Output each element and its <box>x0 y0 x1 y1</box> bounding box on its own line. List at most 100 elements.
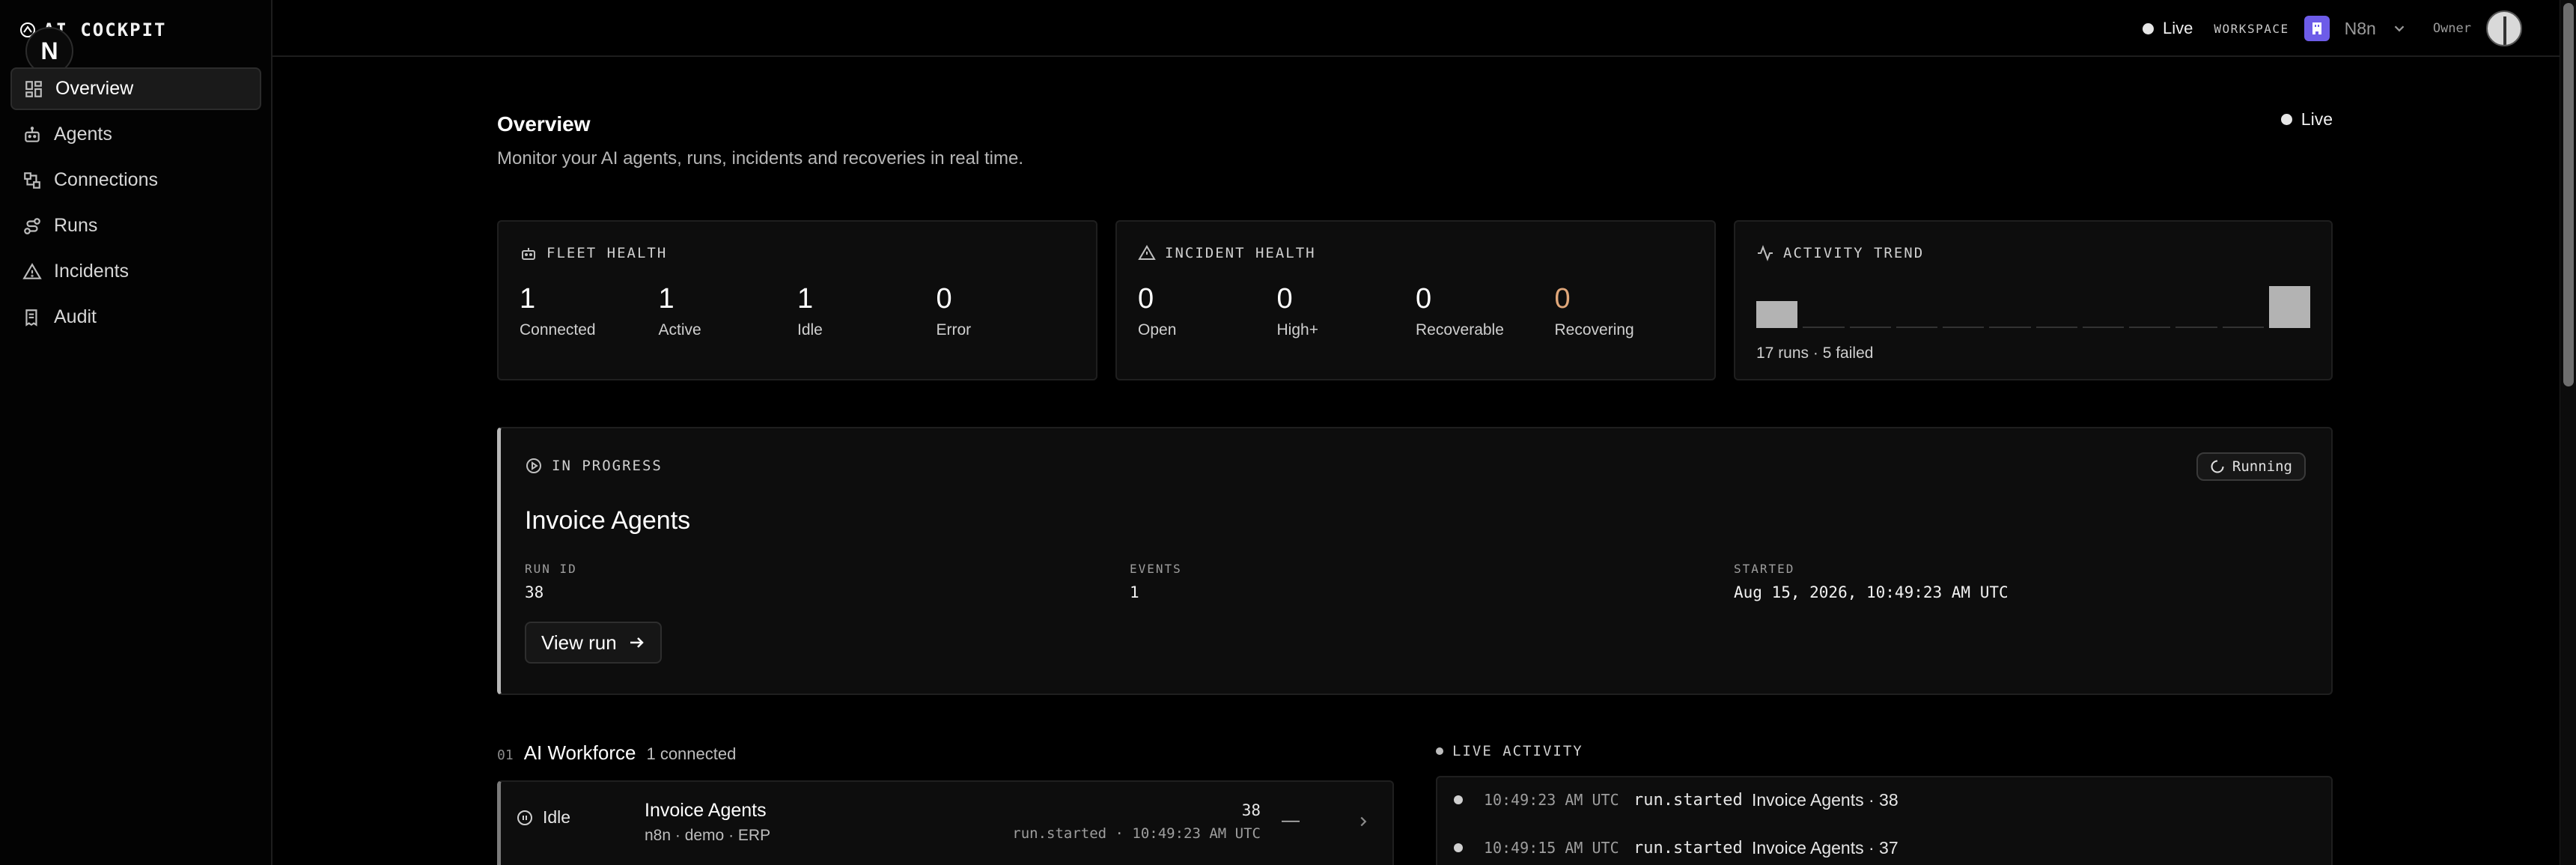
workforce-header: 01 AI Workforce 1 connected <box>497 741 736 765</box>
card-header: ACTIVITY TREND <box>1756 244 2310 262</box>
scrollbar-thumb[interactable] <box>2563 3 2574 386</box>
stat-label: Recoverable <box>1416 321 1504 339</box>
fleet-health-card: FLEET HEALTH 1 Connected 1 Active 1 Idle… <box>497 220 1097 380</box>
trend-bar <box>2175 327 2217 328</box>
live-activity-header: LIVE ACTIVITY <box>1436 743 1583 759</box>
meta-label: STARTED <box>1734 562 1795 576</box>
section-index: 01 <box>497 747 514 763</box>
route-icon <box>24 217 40 234</box>
event-type: run.started <box>1633 838 1743 858</box>
stat-value: 0 <box>1276 283 1293 315</box>
event-time: 10:49:23 AM UTC <box>1484 791 1619 809</box>
section-title: AI Workforce <box>523 741 636 764</box>
topbar-actions: Live WORKSPACE N8n Owner <box>2143 10 2522 46</box>
workspace-name[interactable]: N8n <box>2345 19 2376 39</box>
started-field: STARTED Aug 15, 2026, 10:49:23 AM UTC <box>1734 562 2009 601</box>
workforce-row[interactable]: Idle Invoice Agents n8n · demo · ERP 38 … <box>497 780 1394 865</box>
meta-value: 1 <box>1130 583 1139 601</box>
stat-open: 0 Open <box>1138 283 1277 339</box>
stats-row: 1 Connected 1 Active 1 Idle 0 Error <box>520 283 1075 339</box>
connections-icon <box>24 172 40 189</box>
pause-circle-icon <box>517 810 532 825</box>
trend-bar <box>1756 301 1798 328</box>
live-dot-icon <box>2143 22 2155 34</box>
section-count: 1 connected <box>646 744 737 763</box>
stats-row: 0 Open 0 High+ 0 Recoverable 0 Recoverin… <box>1138 283 1693 339</box>
stat-recovering: 0 Recovering <box>1555 283 1694 339</box>
live-label: Live <box>2301 109 2333 129</box>
stat-label: High+ <box>1276 321 1318 339</box>
trend-bar <box>2035 327 2077 328</box>
agent-last-event: run.started · 10:49:23 AM UTC <box>1012 825 1261 842</box>
stat-value: 0 <box>1554 283 1571 315</box>
activity-trend-caption: 17 runs · 5 failed <box>1756 345 1874 362</box>
scrollbar[interactable] <box>2560 0 2576 865</box>
stat-value: 1 <box>520 283 536 315</box>
stat-idle: 1 Idle <box>797 283 937 339</box>
card-header: FLEET HEALTH <box>520 244 1075 262</box>
sidebar-item-label: Audit <box>54 306 97 327</box>
event-message: Invoice Agents · 38 <box>1752 789 1898 810</box>
stat-recoverable: 0 Recoverable <box>1416 283 1555 339</box>
card-header: IN PROGRESS <box>525 457 663 475</box>
page-title: Overview <box>497 112 591 136</box>
page-live-indicator: Live <box>2280 109 2333 130</box>
run-id-field: RUN ID 38 <box>525 562 577 601</box>
trend-bar <box>2129 327 2171 328</box>
stat-value: 1 <box>797 283 814 315</box>
warning-icon <box>1138 245 1156 260</box>
activity-trend-card: ACTIVITY TREND 17 runs · 5 failed <box>1734 220 2333 380</box>
agent-run-number: 38 <box>1241 801 1261 819</box>
stat-label: Connected <box>520 321 596 339</box>
stat-value: 1 <box>658 283 675 315</box>
sidebar-item-runs[interactable]: Runs <box>10 204 261 247</box>
meta-value: 38 <box>525 583 544 601</box>
chevron-right-icon[interactable] <box>1355 813 1371 830</box>
agent-meta: n8n · demo · ERP <box>645 827 771 844</box>
spinner-icon <box>2211 460 2224 473</box>
workspace-badge-icon[interactable] <box>2304 16 2330 41</box>
sidebar-item-connections[interactable]: Connections <box>10 159 261 201</box>
live-label: Live <box>2163 19 2193 37</box>
dashboard-icon <box>25 80 42 97</box>
agent-state: Idle <box>516 807 570 828</box>
stat-active: 1 Active <box>659 283 798 339</box>
card-title: ACTIVITY TREND <box>1783 245 1925 261</box>
play-circle-icon <box>526 458 541 473</box>
view-run-button[interactable]: View run <box>525 622 662 664</box>
avatar[interactable] <box>2486 10 2522 46</box>
stat-label: Error <box>936 321 972 339</box>
status-label: Running <box>2232 458 2292 475</box>
trend-bar <box>1943 327 1985 328</box>
sidebar: AI COCKPIT N Overview Agents Connections… <box>0 0 272 865</box>
sidebar-item-audit[interactable]: Audit <box>10 296 261 339</box>
sidebar-item-label: Incidents <box>54 261 130 282</box>
trend-bar <box>1896 327 1937 328</box>
stat-label: Recovering <box>1554 321 1634 339</box>
workspace-label: WORKSPACE <box>2214 21 2289 36</box>
sidebar-item-incidents[interactable]: Incidents <box>10 250 261 293</box>
agent-error-value: — <box>1282 810 1300 831</box>
meta-label: EVENTS <box>1130 562 1182 576</box>
agent-name: Invoice Agents <box>645 800 767 821</box>
incident-health-card: INCIDENT HEALTH 0 Open 0 High+ 0 Recover… <box>1115 220 1716 380</box>
live-indicator: Live <box>2143 19 2193 38</box>
page-subtitle: Monitor your AI agents, runs, incidents … <box>497 148 1024 169</box>
event-time: 10:49:15 AM UTC <box>1484 839 1619 857</box>
sidebar-item-label: Agents <box>54 124 112 145</box>
meta-value: Aug 15, 2026, 10:49:23 AM UTC <box>1734 583 2009 601</box>
activity-trend-chart <box>1756 283 2310 328</box>
button-label: View run <box>541 631 617 654</box>
sidebar-item-agents[interactable]: Agents <box>10 113 261 156</box>
topbar: Live WORKSPACE N8n Owner <box>272 0 2561 57</box>
trend-bar <box>2222 327 2264 328</box>
trend-bar <box>2082 327 2124 328</box>
card-title: IN PROGRESS <box>552 458 663 474</box>
sidebar-item-label: Overview <box>55 78 134 99</box>
chevron-down-icon[interactable] <box>2391 20 2408 37</box>
stat-value: 0 <box>1416 283 1432 315</box>
events-field: EVENTS 1 <box>1130 562 1182 601</box>
sidebar-item-overview[interactable]: Overview <box>10 67 261 110</box>
trend-bar <box>1849 327 1891 328</box>
section-title: LIVE ACTIVITY <box>1452 743 1583 759</box>
